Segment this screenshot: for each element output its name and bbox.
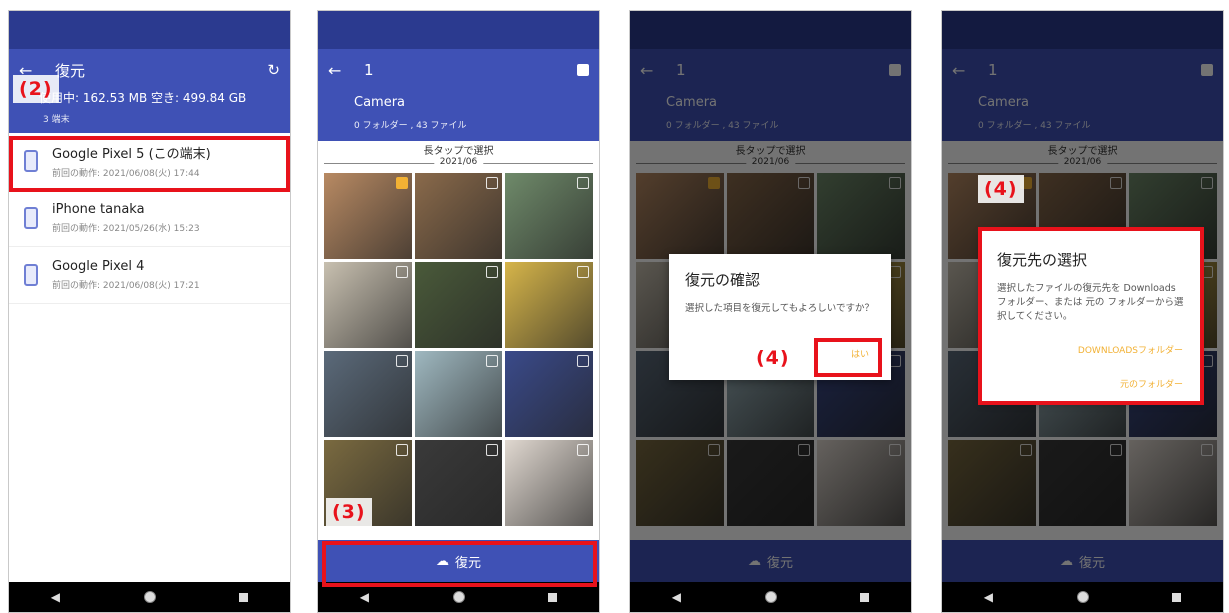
nav-home-icon[interactable] bbox=[764, 591, 777, 603]
photo-checkbox[interactable] bbox=[576, 355, 589, 367]
phone-screen-destination: ← 1 Camera 0 フォルダー , 43 ファイル 長タップで選択 202… bbox=[941, 10, 1224, 613]
device-count: 3 端末 bbox=[43, 115, 70, 125]
phone-screen-confirm: ← 1 Camera 0 フォルダー , 43 ファイル 長タップで選択 202… bbox=[629, 10, 912, 613]
page-title: 復元 bbox=[55, 61, 86, 80]
photo-thumbnail[interactable] bbox=[505, 440, 593, 526]
nav-recent-icon[interactable] bbox=[1172, 592, 1182, 602]
photo-checkbox[interactable] bbox=[395, 355, 408, 367]
nav-back-icon[interactable]: ◀ bbox=[672, 590, 681, 604]
device-name: iPhone tanaka bbox=[52, 202, 145, 217]
step-label: (3) bbox=[326, 498, 372, 526]
smartphone-icon bbox=[24, 207, 38, 229]
photo-thumbnail[interactable] bbox=[414, 440, 503, 526]
photo-checkbox[interactable] bbox=[395, 266, 408, 278]
phone-screen-device-list: ← 復元 ↻ 使用中: 162.53 MB 空き: 499.84 GB 3 端末… bbox=[8, 10, 291, 613]
photo-checkbox[interactable] bbox=[576, 266, 589, 278]
device-last-active: 前回の動作: 2021/05/26(水) 15:23 bbox=[52, 224, 200, 234]
nav-back-icon[interactable]: ◀ bbox=[360, 590, 369, 604]
highlight-box bbox=[322, 541, 597, 587]
photo-grid bbox=[324, 173, 593, 526]
dialog-message: 選択した項目を復元してもよろしいですか？ bbox=[685, 303, 874, 314]
photo-checkbox[interactable] bbox=[486, 177, 499, 189]
refresh-icon[interactable]: ↻ bbox=[267, 61, 280, 79]
nav-home-icon[interactable] bbox=[452, 591, 465, 603]
nav-recent-icon[interactable] bbox=[548, 592, 558, 602]
photo-thumbnail[interactable] bbox=[324, 173, 412, 259]
select-all-checkbox-icon[interactable] bbox=[577, 64, 589, 76]
photo-thumbnail[interactable] bbox=[414, 262, 503, 348]
photo-checkbox[interactable] bbox=[576, 177, 589, 189]
status-bar bbox=[318, 11, 599, 49]
photo-thumbnail[interactable] bbox=[414, 351, 503, 437]
navigation-bar: ◀ bbox=[9, 582, 290, 612]
device-item-pixel4[interactable]: Google Pixel 4 前回の動作: 2021/06/08(火) 17:2… bbox=[9, 247, 290, 304]
status-bar bbox=[9, 11, 290, 49]
nav-back-icon[interactable]: ◀ bbox=[51, 590, 60, 604]
photo-checkbox[interactable] bbox=[486, 355, 499, 367]
step-label: (4) bbox=[756, 347, 790, 369]
photo-checkbox[interactable] bbox=[486, 444, 499, 456]
nav-back-icon[interactable]: ◀ bbox=[984, 590, 993, 604]
photo-thumbnail[interactable] bbox=[324, 262, 412, 348]
date-header: 2021/06 bbox=[433, 157, 484, 167]
photo-thumbnail[interactable] bbox=[324, 351, 412, 437]
nav-home-icon[interactable] bbox=[1076, 591, 1089, 603]
smartphone-icon bbox=[24, 264, 38, 286]
photo-checkbox[interactable] bbox=[395, 444, 408, 456]
long-press-hint: 長タップで選択 bbox=[423, 146, 494, 157]
folder-info: 0 フォルダー , 43 ファイル bbox=[354, 121, 467, 131]
navigation-bar: ◀ bbox=[942, 582, 1223, 612]
photo-checkbox[interactable] bbox=[576, 444, 589, 456]
step-label: (2) bbox=[13, 75, 59, 103]
device-item-iphone[interactable]: iPhone tanaka 前回の動作: 2021/05/26(水) 15:23 bbox=[9, 190, 290, 247]
photo-thumbnail[interactable] bbox=[505, 173, 593, 259]
device-last-active: 前回の動作: 2021/06/08(火) 17:21 bbox=[52, 281, 200, 291]
photo-thumbnail[interactable] bbox=[505, 262, 593, 348]
back-arrow-icon[interactable]: ← bbox=[328, 61, 354, 80]
nav-recent-icon[interactable] bbox=[860, 592, 870, 602]
photo-thumbnail[interactable] bbox=[505, 351, 593, 437]
photo-checkbox[interactable] bbox=[395, 177, 408, 189]
highlight-box bbox=[9, 136, 290, 192]
step-label: (4) bbox=[978, 175, 1024, 203]
selected-count: 1 bbox=[364, 61, 374, 79]
device-name: Google Pixel 4 bbox=[52, 259, 145, 274]
nav-recent-icon[interactable] bbox=[239, 592, 249, 602]
folder-name: Camera bbox=[354, 95, 406, 110]
phone-screen-gallery: ← 1 Camera 0 フォルダー , 43 ファイル 長タップで選択 202… bbox=[317, 10, 600, 613]
highlight-box bbox=[814, 338, 882, 377]
photo-checkbox[interactable] bbox=[486, 266, 499, 278]
nav-home-icon[interactable] bbox=[143, 591, 156, 603]
navigation-bar: ◀ bbox=[630, 582, 911, 612]
highlight-box bbox=[978, 227, 1204, 405]
dialog-title: 復元の確認 bbox=[685, 271, 761, 289]
app-bar: ← 1 Camera 0 フォルダー , 43 ファイル bbox=[318, 49, 599, 141]
photo-thumbnail[interactable] bbox=[414, 173, 503, 259]
